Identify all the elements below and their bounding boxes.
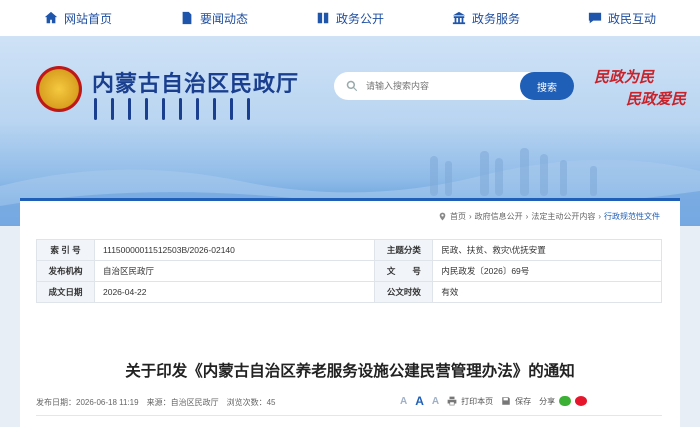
search-bar: 搜索 bbox=[334, 72, 574, 100]
nav-item-open-government[interactable]: 政务公开 bbox=[316, 10, 384, 27]
save-button[interactable]: 保存 bbox=[501, 396, 531, 407]
nav-item-services[interactable]: 政务服务 bbox=[452, 10, 520, 27]
meta-value: 2026-04-22 bbox=[93, 281, 376, 303]
top-navigation: 网站首页 要闻动态 政务公开 政务服务 政民互动 bbox=[0, 0, 700, 36]
meta-key: 发布机构 bbox=[36, 260, 95, 282]
table-row: 索 引 号 11150000011512503B/2026-02140 主题分类… bbox=[36, 239, 662, 261]
breadcrumb-current[interactable]: 行政规范性文件 bbox=[604, 211, 660, 222]
nav-item-news[interactable]: 要闻动态 bbox=[180, 10, 248, 27]
wechat-icon[interactable] bbox=[559, 396, 572, 406]
font-decrease-button[interactable]: A bbox=[432, 396, 439, 407]
nav-label: 政民互动 bbox=[607, 11, 656, 26]
document-icon bbox=[182, 11, 192, 25]
meta-value: 内民政发〔2026〕69号 bbox=[432, 260, 662, 282]
nav-label: 网站首页 bbox=[63, 11, 112, 26]
font-increase-button[interactable]: A bbox=[400, 396, 407, 407]
meta-value: 有效 bbox=[432, 281, 662, 303]
printer-icon bbox=[447, 396, 457, 406]
breadcrumb-separator: › bbox=[598, 212, 601, 221]
meta-key: 公文时效 bbox=[374, 281, 434, 303]
mongolian-script-logo bbox=[94, 98, 304, 120]
home-icon bbox=[44, 11, 58, 24]
nav-item-home[interactable]: 网站首页 bbox=[44, 10, 112, 27]
breadcrumb-separator: › bbox=[468, 212, 472, 221]
nav-label: 要闻动态 bbox=[199, 11, 248, 26]
document-metadata-table: 索 引 号 11150000011512503B/2026-02140 主题分类… bbox=[36, 239, 662, 303]
breadcrumb-item[interactable]: 政府信息公开 bbox=[475, 211, 523, 222]
search-input[interactable] bbox=[366, 81, 496, 91]
breadcrumb-home[interactable]: 首页 bbox=[450, 211, 466, 222]
save-icon bbox=[502, 397, 510, 405]
breadcrumb-separator: › bbox=[525, 212, 529, 221]
meta-key: 文 号 bbox=[374, 260, 434, 282]
share-group: 分享 bbox=[539, 396, 588, 407]
meta-key: 主题分类 bbox=[374, 239, 434, 261]
book-icon bbox=[317, 12, 329, 24]
location-pin-icon bbox=[439, 212, 446, 221]
building-icon bbox=[452, 11, 466, 25]
content-card: 首页 › 政府信息公开 › 法定主动公开内容 › 行政规范性文件 索 引 号 1… bbox=[20, 198, 680, 427]
document-title: 关于印发《内蒙古自治区养老服务设施公建民营管理办法》的通知 bbox=[125, 363, 575, 380]
search-icon bbox=[346, 80, 358, 92]
print-button[interactable]: 打印本页 bbox=[447, 396, 493, 407]
national-emblem-icon bbox=[36, 66, 82, 112]
font-default-button[interactable]: A bbox=[415, 394, 424, 408]
article-toolbar: A A A 打印本页 保存 分享 bbox=[400, 394, 588, 408]
meta-key: 索 引 号 bbox=[36, 239, 95, 261]
slogan-line-2: 民政爱民 bbox=[626, 90, 687, 108]
weibo-icon[interactable] bbox=[575, 396, 588, 406]
nav-item-interaction[interactable]: 政民互动 bbox=[588, 10, 656, 27]
meta-key: 成文日期 bbox=[36, 281, 95, 303]
print-label: 打印本页 bbox=[461, 396, 494, 406]
breadcrumb: 首页 › 政府信息公开 › 法定主动公开内容 › 行政规范性文件 bbox=[438, 211, 660, 222]
table-row: 成文日期 2026-04-22 公文时效 有效 bbox=[36, 281, 662, 303]
chat-icon bbox=[588, 12, 602, 24]
divider bbox=[36, 415, 662, 416]
meta-value: 民政、扶贫、救灾\优抚安置 bbox=[432, 239, 662, 261]
site-title: 内蒙古自治区民政厅 bbox=[92, 71, 300, 96]
slogan-line-1: 民政为民 bbox=[594, 68, 655, 86]
meta-value: 自治区民政厅 bbox=[93, 260, 376, 282]
search-button[interactable]: 搜索 bbox=[520, 72, 574, 100]
document-info: 发布日期：2026-06-18 11:19 来源：自治区民政厅 浏览次数：45 bbox=[36, 398, 276, 407]
table-row: 发布机构 自治区民政厅 文 号 内民政发〔2026〕69号 bbox=[36, 260, 662, 282]
save-label: 保存 bbox=[515, 396, 532, 406]
breadcrumb-item[interactable]: 法定主动公开内容 bbox=[531, 211, 595, 222]
meta-value: 11150000011512503B/2026-02140 bbox=[93, 239, 376, 261]
share-label: 分享 bbox=[539, 396, 556, 406]
nav-label: 政务公开 bbox=[335, 11, 384, 26]
nav-label: 政务服务 bbox=[471, 11, 520, 26]
